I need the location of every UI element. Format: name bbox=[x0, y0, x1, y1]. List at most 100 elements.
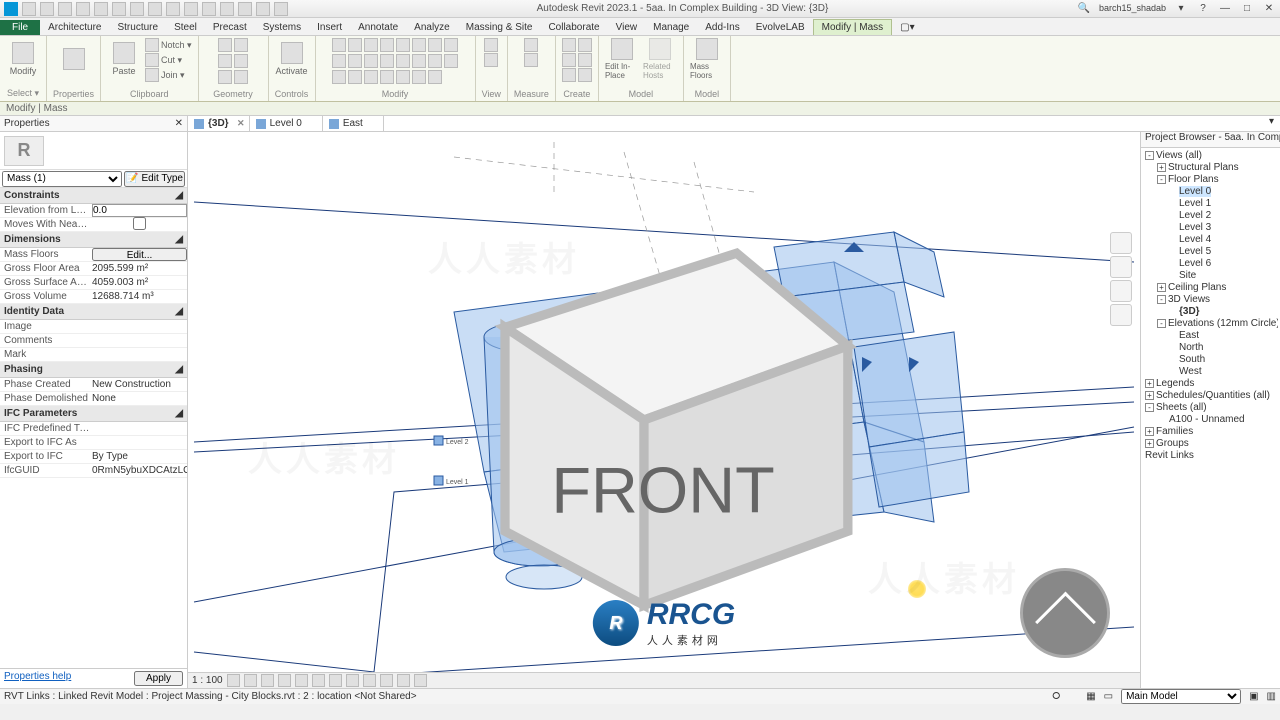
view-cube[interactable]: FRONT bbox=[188, 142, 1120, 688]
tree-node[interactable]: +Legends bbox=[1143, 378, 1278, 390]
trim-icon[interactable] bbox=[380, 38, 394, 52]
ribbon-tab-analyze[interactable]: Analyze bbox=[406, 20, 458, 35]
ribbon-tab-systems[interactable]: Systems bbox=[255, 20, 309, 35]
tree-expand-icon[interactable]: - bbox=[1157, 175, 1166, 184]
qat-3d-icon[interactable] bbox=[202, 2, 216, 16]
ribbon-tab-insert[interactable]: Insert bbox=[309, 20, 350, 35]
geom-icon[interactable] bbox=[218, 38, 232, 52]
geom-icon[interactable] bbox=[234, 70, 248, 84]
create-icon[interactable] bbox=[578, 68, 592, 82]
align-icon[interactable] bbox=[412, 38, 426, 52]
detail-level-icon[interactable] bbox=[227, 674, 240, 687]
favorite-icon[interactable]: ▾ bbox=[1174, 3, 1188, 14]
prop-value-input[interactable] bbox=[92, 204, 187, 217]
edit-type-button[interactable]: 📝 Edit Type bbox=[124, 171, 185, 187]
tree-node[interactable]: {3D} bbox=[1143, 306, 1278, 318]
help-icon[interactable]: ? bbox=[1196, 3, 1210, 14]
mod-icon[interactable] bbox=[380, 54, 394, 68]
tree-node[interactable]: +Groups bbox=[1143, 438, 1278, 450]
prop-category-header[interactable]: Dimensions◢ bbox=[0, 232, 187, 248]
move-icon[interactable] bbox=[332, 38, 346, 52]
prop-checkbox[interactable] bbox=[92, 217, 187, 230]
ribbon-tab-collaborate[interactable]: Collaborate bbox=[540, 20, 607, 35]
type-selector[interactable]: R bbox=[0, 132, 187, 170]
delete-icon[interactable] bbox=[428, 70, 442, 84]
activate-controls-button[interactable]: Activate bbox=[275, 38, 309, 80]
tree-node[interactable]: Revit Links bbox=[1143, 450, 1278, 462]
visual-style-icon[interactable] bbox=[244, 674, 257, 687]
crop-region-icon[interactable] bbox=[329, 674, 342, 687]
qat-print-icon[interactable] bbox=[112, 2, 126, 16]
qat-tag-icon[interactable] bbox=[166, 2, 180, 16]
mod-icon[interactable] bbox=[348, 70, 362, 84]
ribbon-tab-manage[interactable]: Manage bbox=[645, 20, 697, 35]
create-icon[interactable] bbox=[562, 38, 576, 52]
ribbon-tab-steel[interactable]: Steel bbox=[166, 20, 205, 35]
tree-node[interactable]: A100 - Unnamed bbox=[1143, 414, 1278, 426]
select-toggle-icon[interactable]: ▣ bbox=[1249, 691, 1258, 702]
mod-icon[interactable] bbox=[364, 54, 378, 68]
measure-icon[interactable] bbox=[524, 38, 538, 52]
editable-only-icon[interactable]: ▭ bbox=[1104, 691, 1113, 702]
modify-button[interactable]: Modify bbox=[6, 38, 40, 80]
tree-node[interactable]: Level 5 bbox=[1143, 246, 1278, 258]
tree-node[interactable]: Level 1 bbox=[1143, 198, 1278, 210]
view-tab[interactable]: East bbox=[323, 116, 384, 131]
rotate-icon[interactable] bbox=[364, 38, 378, 52]
nav-orbit-icon[interactable] bbox=[1110, 304, 1132, 326]
ribbon-collapse-icon[interactable]: ▢▾ bbox=[892, 20, 922, 35]
related-hosts-button[interactable]: Related Hosts bbox=[643, 38, 677, 80]
maximize-button[interactable]: □ bbox=[1240, 3, 1254, 14]
reveal-icon[interactable] bbox=[380, 674, 393, 687]
mod-icon[interactable] bbox=[348, 54, 362, 68]
qat-redo-icon[interactable] bbox=[94, 2, 108, 16]
qat-sync-icon[interactable] bbox=[58, 2, 72, 16]
file-tab[interactable]: File bbox=[0, 20, 40, 35]
unpin-icon[interactable] bbox=[412, 70, 426, 84]
close-icon[interactable]: ✕ bbox=[237, 118, 245, 129]
tree-node[interactable]: Level 0 bbox=[1143, 186, 1278, 198]
tree-expand-icon[interactable]: + bbox=[1145, 391, 1154, 400]
analytical-icon[interactable] bbox=[397, 674, 410, 687]
scale-label[interactable]: 1 : 100 bbox=[192, 675, 223, 686]
ribbon-tab-view[interactable]: View bbox=[608, 20, 646, 35]
ribbon-tab-massing-site[interactable]: Massing & Site bbox=[458, 20, 541, 35]
tree-expand-icon[interactable]: - bbox=[1157, 295, 1166, 304]
prop-category-header[interactable]: Identity Data◢ bbox=[0, 304, 187, 320]
tab-overflow-icon[interactable]: ▾ bbox=[1263, 116, 1280, 131]
mirror-icon[interactable] bbox=[444, 38, 458, 52]
filter-icon[interactable]: ▥ bbox=[1267, 691, 1276, 702]
prop-category-header[interactable]: Phasing◢ bbox=[0, 362, 187, 378]
apply-button[interactable]: Apply bbox=[134, 671, 183, 686]
lock-3d-icon[interactable] bbox=[346, 674, 359, 687]
type-properties-button[interactable] bbox=[57, 38, 91, 80]
measure-icon[interactable] bbox=[524, 53, 538, 67]
tree-expand-icon[interactable]: + bbox=[1157, 163, 1166, 172]
view-icon[interactable] bbox=[484, 38, 498, 52]
tree-expand-icon[interactable]: - bbox=[1145, 403, 1154, 412]
tree-node[interactable]: +Ceiling Plans bbox=[1143, 282, 1278, 294]
geom-icon[interactable] bbox=[234, 54, 248, 68]
tree-node[interactable]: Level 2 bbox=[1143, 210, 1278, 222]
tree-node[interactable]: East bbox=[1143, 330, 1278, 342]
nav-pan-icon[interactable] bbox=[1110, 256, 1132, 278]
pin-icon[interactable] bbox=[396, 70, 410, 84]
view-icon[interactable] bbox=[484, 53, 498, 67]
paste-button[interactable]: Paste bbox=[107, 38, 141, 80]
element-category-select[interactable]: Mass (1) bbox=[2, 171, 122, 187]
search-icon[interactable]: 🔍 bbox=[1077, 3, 1091, 14]
ribbon-tab-structure[interactable]: Structure bbox=[109, 20, 166, 35]
close-button[interactable]: ✕ bbox=[1262, 3, 1276, 14]
minimize-button[interactable]: — bbox=[1218, 3, 1232, 14]
ribbon-tab-architecture[interactable]: Architecture bbox=[40, 20, 109, 35]
notch-button[interactable]: Notch ▾ bbox=[145, 38, 192, 52]
tree-node[interactable]: Level 4 bbox=[1143, 234, 1278, 246]
tree-node[interactable]: -Views (all) bbox=[1143, 150, 1278, 162]
qat-measure-icon[interactable] bbox=[130, 2, 144, 16]
close-icon[interactable]: ✕ bbox=[175, 118, 183, 129]
qat-close-icon[interactable] bbox=[256, 2, 270, 16]
tree-node[interactable]: North bbox=[1143, 342, 1278, 354]
split-icon[interactable] bbox=[396, 38, 410, 52]
status-icon[interactable]: ⭘ bbox=[1052, 691, 1060, 702]
mod-icon[interactable] bbox=[428, 54, 442, 68]
